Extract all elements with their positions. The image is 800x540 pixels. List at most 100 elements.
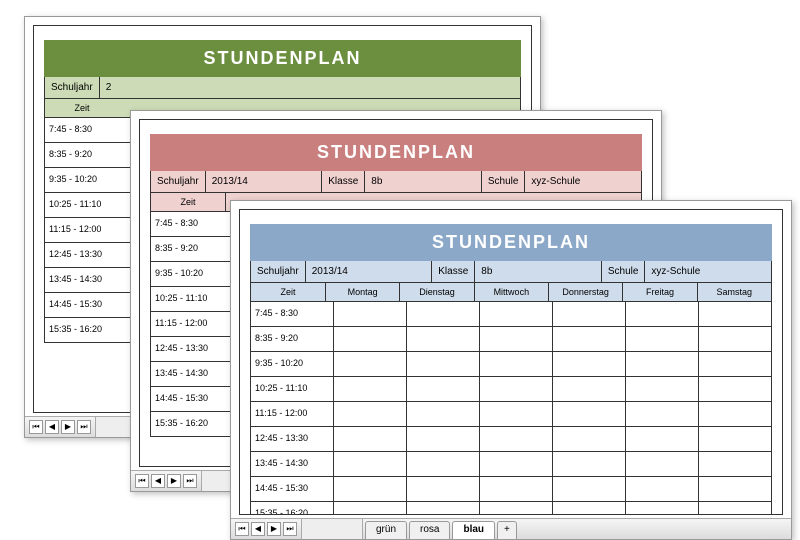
table-row: 10:25 - 11:10 [250,377,772,402]
time-cell: 10:25 - 11:10 [151,287,234,311]
nav-last-icon[interactable]: ⏭ [283,522,297,536]
nav-next-icon[interactable]: ▶ [267,522,281,536]
cell[interactable] [334,402,407,426]
time-cell: 7:45 - 8:30 [251,302,334,326]
time-cell: 12:45 - 13:30 [251,427,334,451]
cell[interactable] [626,427,699,451]
cell[interactable] [334,352,407,376]
sheet-blue: STUNDENPLAN Schuljahr 2013/14 Klasse 8b … [239,209,783,515]
window-blue: STUNDENPLAN Schuljahr 2013/14 Klasse 8b … [230,200,792,540]
cell[interactable] [626,327,699,351]
time-cell: 11:15 - 12:00 [251,402,334,426]
klasse-value: 8b [365,171,482,192]
sheet-nav: ⏮ ◀ ▶ ⏭ [25,417,95,437]
schuljahr-value: 2 [100,77,520,98]
time-cell: 12:45 - 13:30 [151,337,234,361]
cell[interactable] [480,402,553,426]
cell[interactable] [407,427,480,451]
nav-prev-icon[interactable]: ◀ [151,474,165,488]
cell[interactable] [553,502,626,515]
cell[interactable] [407,402,480,426]
cell[interactable] [699,402,771,426]
nav-next-icon[interactable]: ▶ [167,474,181,488]
nav-last-icon[interactable]: ⏭ [77,420,91,434]
cell[interactable] [626,377,699,401]
cell[interactable] [334,452,407,476]
cell[interactable] [334,427,407,451]
cell[interactable] [553,352,626,376]
schule-value: xyz-Schule [645,261,771,282]
cell[interactable] [480,302,553,326]
cell[interactable] [334,302,407,326]
cell[interactable] [407,452,480,476]
col-donnerstag: Donnerstag [549,283,623,301]
cell[interactable] [699,477,771,501]
nav-prev-icon[interactable]: ◀ [45,420,59,434]
tab-gruen[interactable]: grün [365,521,407,539]
schuljahr-label: Schuljahr [45,77,100,98]
cell[interactable] [407,327,480,351]
cell[interactable] [699,452,771,476]
table-row: 12:45 - 13:30 [250,427,772,452]
nav-last-icon[interactable]: ⏭ [183,474,197,488]
tab-scroll[interactable] [301,519,363,539]
table-row: 11:15 - 12:00 [250,402,772,427]
time-cell: 8:35 - 9:20 [251,327,334,351]
cell[interactable] [334,377,407,401]
cell[interactable] [480,377,553,401]
cell[interactable] [626,352,699,376]
time-cell: 15:35 - 16:20 [251,502,334,515]
tab-rosa[interactable]: rosa [409,521,450,539]
col-freitag: Freitag [623,283,697,301]
klasse-label: Klasse [432,261,475,282]
cell[interactable] [553,477,626,501]
cell[interactable] [407,502,480,515]
nav-prev-icon[interactable]: ◀ [251,522,265,536]
cell[interactable] [553,377,626,401]
schuljahr-label: Schuljahr [251,261,306,282]
cell[interactable] [480,477,553,501]
cell[interactable] [699,302,771,326]
cell[interactable] [480,352,553,376]
cell[interactable] [334,477,407,501]
cell[interactable] [699,352,771,376]
title-banner: STUNDENPLAN [150,134,642,171]
cell[interactable] [480,327,553,351]
cell[interactable] [553,427,626,451]
cell[interactable] [553,302,626,326]
table-row: 15:35 - 16:20 [250,502,772,515]
cell[interactable] [553,452,626,476]
cell[interactable] [626,477,699,501]
cell[interactable] [626,452,699,476]
cell[interactable] [480,502,553,515]
tab-add[interactable]: + [497,521,517,539]
cell[interactable] [699,502,771,515]
cell[interactable] [626,402,699,426]
cell[interactable] [626,502,699,515]
cell[interactable] [334,502,407,515]
cell[interactable] [699,327,771,351]
nav-first-icon[interactable]: ⏮ [29,420,43,434]
cell[interactable] [407,302,480,326]
table-row: 7:45 - 8:30 [250,302,772,327]
cell[interactable] [407,352,480,376]
cell[interactable] [407,477,480,501]
cell[interactable] [407,377,480,401]
cell[interactable] [480,452,553,476]
cell[interactable] [553,327,626,351]
cell[interactable] [626,302,699,326]
schuljahr-value: 2013/14 [306,261,433,282]
cell[interactable] [553,402,626,426]
cell[interactable] [699,377,771,401]
nav-next-icon[interactable]: ▶ [61,420,75,434]
schule-label: Schule [482,171,526,192]
time-cell: 13:45 - 14:30 [251,452,334,476]
cell[interactable] [334,327,407,351]
cell[interactable] [480,427,553,451]
nav-first-icon[interactable]: ⏮ [235,522,249,536]
meta-row: Schuljahr 2 [44,77,521,99]
nav-first-icon[interactable]: ⏮ [135,474,149,488]
cell[interactable] [699,427,771,451]
tab-blau[interactable]: blau [452,521,495,539]
schule-label: Schule [602,261,646,282]
